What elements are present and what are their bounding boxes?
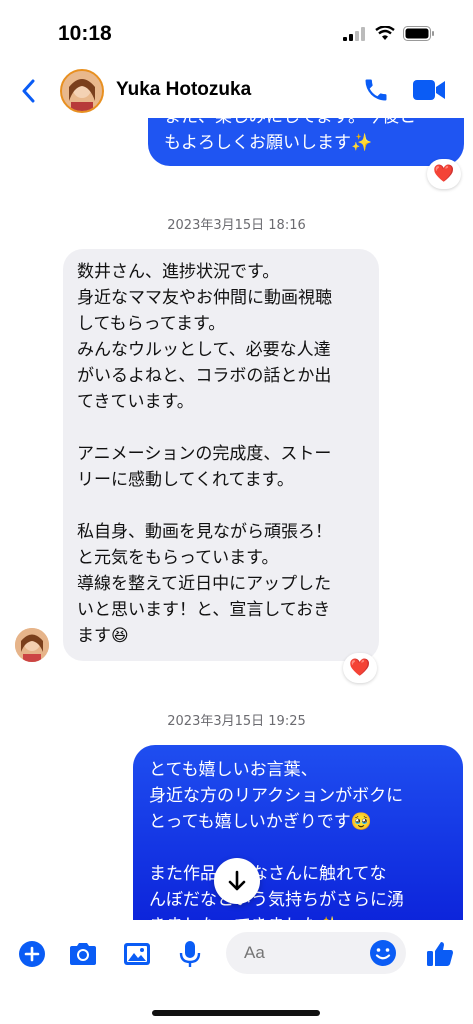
status-time: 10:18: [58, 22, 112, 45]
phone-icon: [365, 79, 387, 101]
contact-avatar[interactable]: [60, 69, 104, 113]
video-call-button[interactable]: [412, 77, 446, 107]
contact-avatar-small[interactable]: [15, 628, 49, 662]
status-bar: 10:18: [0, 0, 473, 64]
reaction-heart-1[interactable]: ❤️: [427, 159, 461, 189]
message-bubble-incoming[interactable]: 数井さん、進捗状況です。 身近なママ友やお仲間に動画視聴 してもらってます。 み…: [63, 249, 379, 661]
battery-icon: [403, 26, 434, 41]
back-button[interactable]: [14, 76, 42, 106]
heart-icon: ❤️: [433, 164, 455, 184]
contact-name[interactable]: Yuka Hotozuka: [116, 79, 251, 101]
audio-call-button[interactable]: [362, 76, 390, 108]
back-chevron-icon: [22, 79, 35, 103]
reaction-heart-2[interactable]: ❤️: [343, 653, 377, 683]
emoji-icon: [370, 940, 396, 966]
camera-icon: [70, 943, 96, 965]
wifi-icon: [375, 26, 395, 40]
message-text: とても嬉しいお言葉、 身近な方のリアクションがボクに とっても嬉しいかぎりです🥹…: [149, 760, 404, 920]
like-button[interactable]: [424, 938, 456, 970]
status-icons: [343, 26, 435, 41]
signal-icon: [343, 26, 365, 41]
composer-bar: [0, 920, 473, 1024]
gallery-button[interactable]: [121, 938, 153, 970]
microphone-icon: [179, 941, 201, 967]
conversation-header: Yuka Hotozuka: [0, 64, 473, 118]
heart-icon: ❤️: [349, 658, 371, 678]
thumbs-up-icon: [427, 942, 453, 966]
home-indicator: [152, 1010, 320, 1016]
gallery-icon: [124, 943, 150, 965]
message-bubble-outgoing[interactable]: とても嬉しいお言葉、 身近な方のリアクションがボクに とっても嬉しいかぎりです🥹…: [133, 745, 463, 920]
plus-circle-icon: [19, 941, 45, 967]
chat-area[interactable]: また、楽しみにしてます。今後と もよろしくお願いします✨ ❤️ 2023年3月1…: [0, 0, 473, 920]
timestamp: 2023年3月15日 18:16: [167, 218, 306, 233]
arrow-down-icon: [228, 870, 246, 891]
timestamp: 2023年3月15日 19:25: [167, 714, 306, 729]
more-actions-button[interactable]: [16, 938, 48, 970]
scroll-to-bottom-button[interactable]: [214, 858, 260, 904]
video-camera-icon: [413, 80, 445, 100]
camera-button[interactable]: [67, 938, 99, 970]
emoji-button[interactable]: [368, 938, 398, 968]
voice-message-button[interactable]: [174, 938, 206, 970]
